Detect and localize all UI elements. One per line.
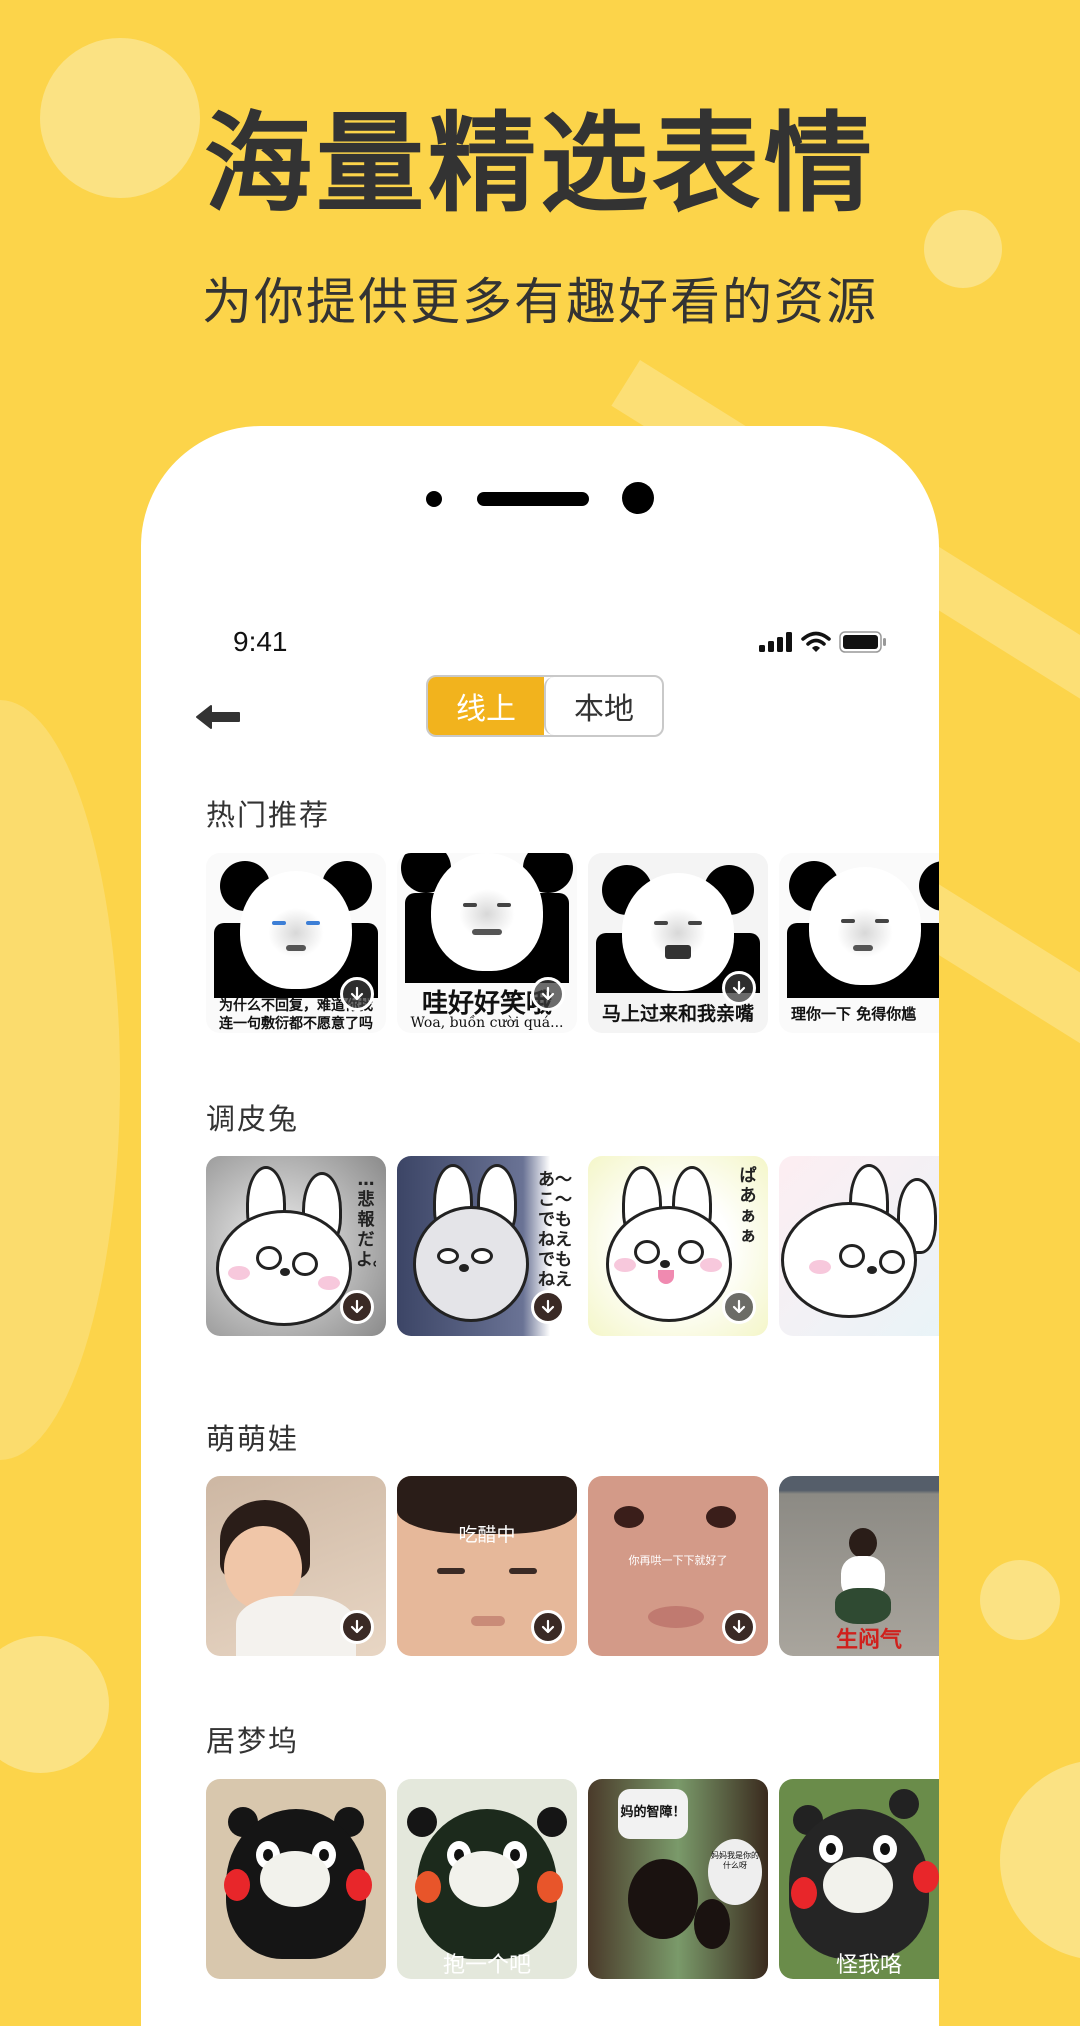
- phone-frame: 9:41 线上 本地 热门推荐 为什么不回复，难道你找 连一句敷衍都不愿意了吗 …: [141, 426, 939, 2026]
- download-button[interactable]: [340, 977, 374, 1011]
- download-icon: [541, 986, 555, 1001]
- section-title-babies: 萌萌娃: [206, 1422, 300, 1456]
- sticker-card[interactable]: 吃醋中: [397, 1476, 577, 1656]
- download-icon: [732, 1619, 746, 1634]
- sticker-caption: 你再哄一下下就好了: [628, 1554, 728, 1567]
- download-button[interactable]: [722, 1290, 756, 1324]
- sticker-caption: …悲報だよ。: [356, 1170, 376, 1270]
- promo-subline: 为你提供更多有趣好看的资源: [202, 273, 878, 331]
- decor-circle-bottom-right: [980, 1560, 1060, 1640]
- download-icon: [732, 1299, 746, 1314]
- sticker-card[interactable]: 理你一下 免得你尴: [779, 853, 939, 1033]
- download-icon: [541, 1619, 555, 1634]
- status-time: 9:41: [233, 626, 288, 657]
- sticker-card[interactable]: 为什么不回复，难道你找 连一句敷衍都不愿意了吗: [206, 853, 386, 1033]
- sticker-caption: Woa, buồn cười quá...: [410, 1015, 564, 1031]
- sticker-card[interactable]: [779, 1156, 939, 1336]
- back-button[interactable]: [195, 702, 241, 732]
- section-title-kumamon: 居梦坞: [206, 1724, 300, 1758]
- download-icon: [541, 1299, 555, 1314]
- sticker-card[interactable]: 妈的智障！ 妈妈我是你的什么呀: [588, 1779, 768, 1979]
- sticker-caption: あ〜こ〜でもねえでもねえ: [538, 1170, 572, 1290]
- sticker-caption: 生闷气: [835, 1628, 902, 1653]
- download-icon: [350, 1619, 364, 1634]
- sticker-card[interactable]: [206, 1779, 386, 1979]
- notch-speaker: [477, 492, 589, 506]
- download-button[interactable]: [340, 1290, 374, 1324]
- source-toggle: 线上 本地: [426, 675, 664, 737]
- sticker-card[interactable]: 生闷气: [779, 1476, 939, 1656]
- download-button[interactable]: [722, 971, 756, 1005]
- sticker-card[interactable]: 马上过来和我亲嘴: [588, 853, 768, 1033]
- battery-icon: [839, 631, 886, 653]
- sticker-caption: 妈的智障！: [620, 1805, 686, 1820]
- sticker-row-kumamon[interactable]: 抱一个吧 妈的智障！ 妈妈我是你的什么呀 怪我咯: [206, 1779, 939, 1979]
- sticker-card[interactable]: あ〜こ〜でもねえでもねえ: [397, 1156, 577, 1336]
- section-title-hot: 热门推荐: [206, 798, 331, 832]
- toggle-online[interactable]: 线上: [428, 677, 544, 735]
- arrow-left-icon: [196, 705, 240, 729]
- download-button[interactable]: [722, 1610, 756, 1644]
- decor-circle-bottom-right-large: [1000, 1760, 1080, 1960]
- download-icon: [350, 986, 364, 1001]
- toggle-local[interactable]: 本地: [544, 677, 662, 735]
- sticker-row-babies[interactable]: 吃醋中 你再哄一下下就好了 生闷气: [206, 1476, 939, 1656]
- sticker-caption: 吃醋中: [458, 1524, 516, 1546]
- download-icon: [732, 980, 746, 995]
- sticker-card[interactable]: 抱一个吧: [397, 1779, 577, 1979]
- notch-camera: [622, 482, 654, 514]
- sticker-caption: 连一句敷衍都不愿意了吗: [219, 1016, 373, 1032]
- download-button[interactable]: [340, 1610, 374, 1644]
- download-button[interactable]: [531, 977, 565, 1011]
- wifi-icon: [801, 631, 831, 652]
- download-icon: [350, 1299, 364, 1314]
- sticker-row-bunny[interactable]: …悲報だよ。 あ〜こ〜でもねえでもねえ ぱあぁぁ: [206, 1156, 939, 1336]
- sticker-card[interactable]: 哇好好笑哦 Woa, buồn cười quá...: [397, 853, 577, 1033]
- section-title-bunny: 调皮兔: [206, 1102, 300, 1136]
- decor-wave-left: [0, 700, 120, 1460]
- signal-icon: [759, 632, 792, 652]
- sticker-card[interactable]: [206, 1476, 386, 1656]
- sticker-card[interactable]: …悲報だよ。: [206, 1156, 386, 1336]
- notch-sensor: [426, 491, 442, 507]
- promo-headline: 海量精选表情: [203, 102, 876, 227]
- sticker-caption: 怪我咯: [835, 1953, 902, 1978]
- decor-circle-bottom-left: [0, 1636, 109, 1773]
- sticker-caption: 抱一个吧: [442, 1953, 531, 1978]
- sticker-row-hot[interactable]: 为什么不回复，难道你找 连一句敷衍都不愿意了吗 哇好好笑哦 Woa, buồn …: [206, 853, 939, 1033]
- sticker-card[interactable]: ぱあぁぁ: [588, 1156, 768, 1336]
- sticker-caption: 理你一下 免得你尴: [791, 1005, 917, 1023]
- sticker-card[interactable]: 你再哄一下下就好了: [588, 1476, 768, 1656]
- sticker-caption: 妈妈我是你的什么呀: [711, 1851, 759, 1870]
- sticker-caption: ぱあぁぁ: [739, 1166, 757, 1246]
- sticker-card[interactable]: 怪我咯: [779, 1779, 939, 1979]
- status-icons: [759, 631, 887, 653]
- download-button[interactable]: [531, 1290, 565, 1324]
- download-button[interactable]: [531, 1610, 565, 1644]
